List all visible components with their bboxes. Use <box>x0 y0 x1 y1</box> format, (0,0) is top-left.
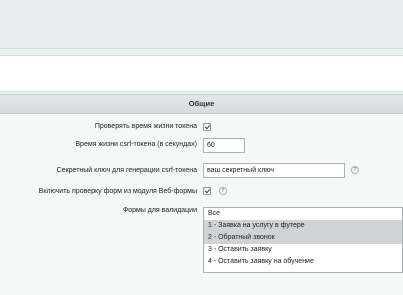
help-circle-icon[interactable]: ? <box>219 187 227 195</box>
listbox-option[interactable]: 4 - Оставить заявку на обучение <box>204 256 402 268</box>
enable-webforms-label: Включить проверку форм из модуля Веб-фор… <box>38 188 197 195</box>
listbox-option[interactable]: 3 - Оставить заявку <box>204 244 402 256</box>
csrf-lifetime-label: Время жизни csrf-токена (в секундах) <box>75 141 197 148</box>
checkmark-icon <box>204 187 211 194</box>
enable-webforms-checkbox[interactable] <box>203 187 211 195</box>
help-circle-icon[interactable]: ? <box>351 166 359 174</box>
top-toolbar <box>0 0 403 48</box>
listbox-option[interactable]: 2 - Обратный звонок <box>204 232 402 244</box>
csrf-lifetime-input[interactable]: 60 <box>203 138 245 153</box>
listbox-option[interactable]: 1 - Заявка на услугу в футере <box>204 220 402 232</box>
secret-key-label: Секретный ключ для генерации csrf-токена <box>56 167 197 174</box>
secret-key-input[interactable]: ваш секретный ключ <box>203 163 345 178</box>
checkmark-icon <box>204 123 211 130</box>
validation-forms-label: Формы для валидации <box>122 207 197 214</box>
validation-forms-listbox[interactable]: Все 1 - Заявка на услугу в футере 2 - Об… <box>203 207 403 273</box>
tab-panel <box>0 55 403 92</box>
check-token-lifetime-checkbox[interactable] <box>203 123 211 131</box>
listbox-option[interactable]: Все <box>204 208 402 220</box>
toolbar-divider <box>0 48 403 49</box>
section-header: Общие <box>0 95 403 114</box>
check-token-lifetime-label: Проверять время жизни токена <box>94 123 197 130</box>
